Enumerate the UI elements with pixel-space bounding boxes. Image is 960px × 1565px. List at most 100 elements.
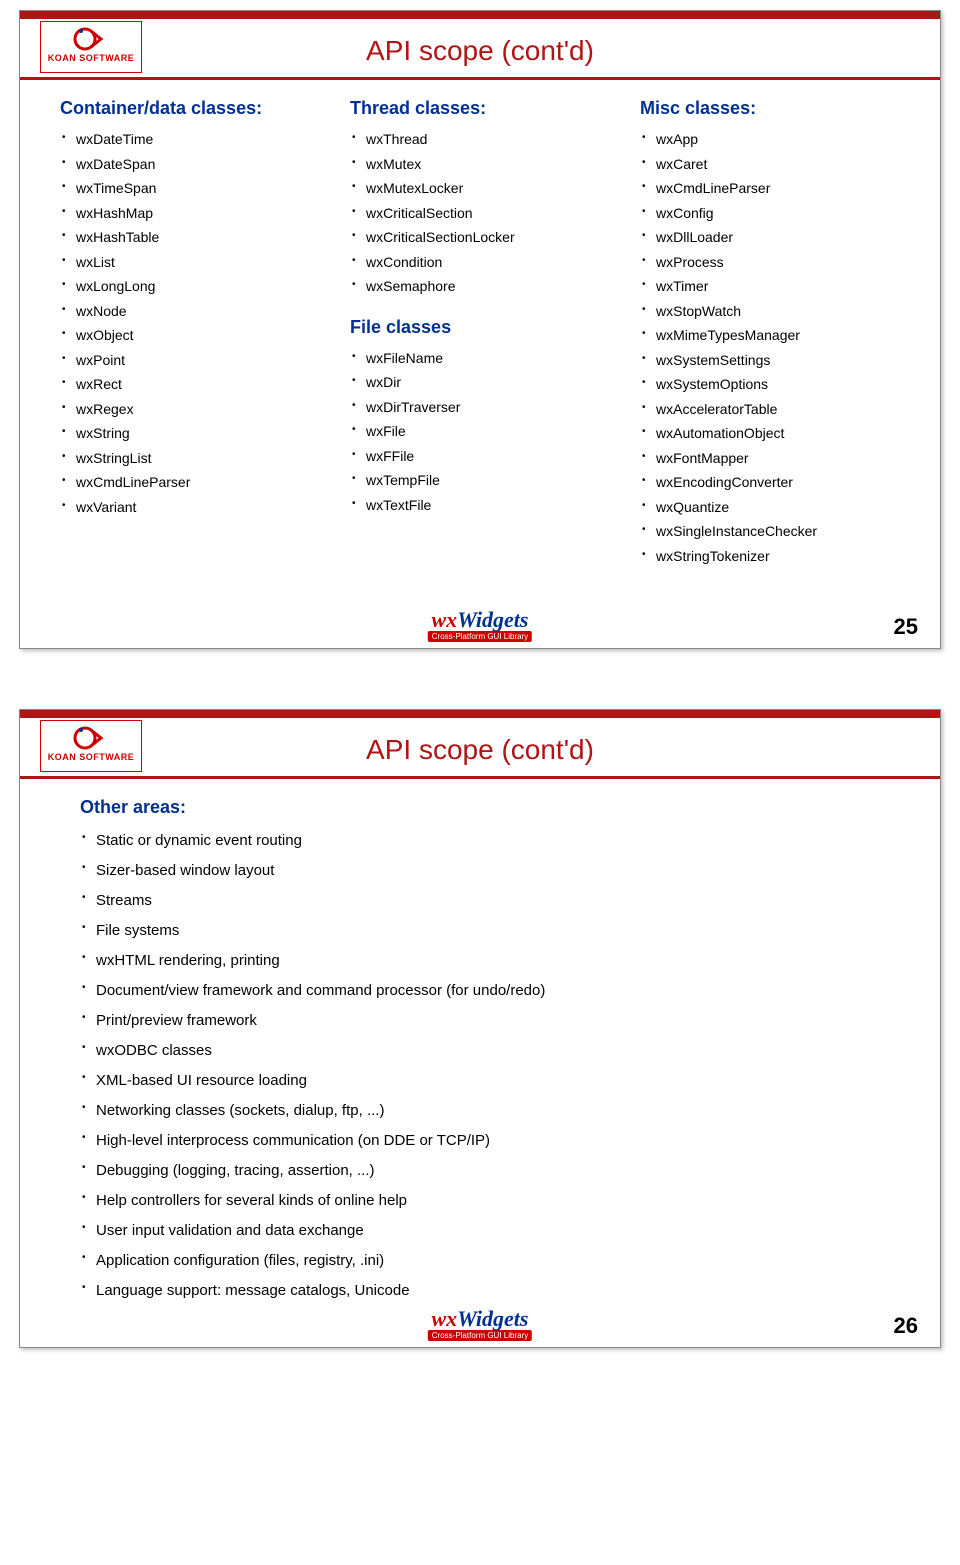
- list-item: wxPoint: [60, 348, 330, 373]
- list-item: wxHTML rendering, printing: [80, 946, 910, 976]
- list-item: Streams: [80, 886, 910, 916]
- list-item: Help controllers for several kinds of on…: [80, 1186, 910, 1216]
- list-item: wxStringList: [60, 446, 330, 471]
- list-item: wxHashTable: [60, 225, 330, 250]
- list-item: wxEncodingConverter: [640, 470, 910, 495]
- slide-title: API scope (cont'd): [20, 23, 940, 75]
- list-item: wxMutexLocker: [350, 176, 620, 201]
- list-item: wxCmdLineParser: [60, 470, 330, 495]
- list-item: wxTempFile: [350, 468, 620, 493]
- slide-title: API scope (cont'd): [20, 722, 940, 774]
- wx-tagline: Cross-Platform GUI Library: [428, 1330, 532, 1341]
- list-item: wxStringTokenizer: [640, 544, 910, 569]
- list-item: Language support: message catalogs, Unic…: [80, 1276, 910, 1306]
- list-item: wxTimer: [640, 274, 910, 299]
- wx-suffix: Widgets: [457, 607, 528, 632]
- list-item: wxSystemOptions: [640, 372, 910, 397]
- list-item: wxSystemSettings: [640, 348, 910, 373]
- list-item: wxNode: [60, 299, 330, 324]
- list-item: Print/preview framework: [80, 1006, 910, 1036]
- koan-logo-text: KOAN SOFTWARE: [41, 53, 141, 63]
- list-item: wxProcess: [640, 250, 910, 275]
- top-red-bar: [20, 11, 940, 19]
- slide-content: Other areas: Static or dynamic event rou…: [20, 779, 940, 1347]
- list-item: wxStopWatch: [640, 299, 910, 324]
- list-item: User input validation and data exchange: [80, 1216, 910, 1246]
- list-item: wxCaret: [640, 152, 910, 177]
- top-red-bar: [20, 710, 940, 718]
- list-item: wxFile: [350, 419, 620, 444]
- list-item: wxRect: [60, 372, 330, 397]
- list-file-classes: wxFileNamewxDirwxDirTraverserwxFilewxFFi…: [350, 346, 620, 518]
- wxwidgets-logo: wxWidgets Cross-Platform GUI Library: [428, 1306, 532, 1341]
- list-item: wxFontMapper: [640, 446, 910, 471]
- page-number: 26: [894, 1313, 918, 1339]
- list-item: wxString: [60, 421, 330, 446]
- list-item: wxSemaphore: [350, 274, 620, 299]
- list-misc-classes: wxAppwxCaretwxCmdLineParserwxConfigwxDll…: [640, 127, 910, 568]
- list-item: wxQuantize: [640, 495, 910, 520]
- slide-content: Container/data classes: wxDateTimewxDate…: [20, 80, 940, 648]
- list-item: wxRegex: [60, 397, 330, 422]
- list-thread-classes: wxThreadwxMutexwxMutexLockerwxCriticalSe…: [350, 127, 620, 299]
- heading-file: File classes: [350, 317, 620, 338]
- list-item: wxCondition: [350, 250, 620, 275]
- page-number: 25: [894, 614, 918, 640]
- list-item: wxDateSpan: [60, 152, 330, 177]
- koan-logo-icon: [71, 724, 111, 752]
- slide-25: KOAN SOFTWARE API scope (cont'd) Contain…: [19, 10, 941, 649]
- column-3: Misc classes: wxAppwxCaretwxCmdLineParse…: [640, 98, 910, 568]
- list-item: wxLongLong: [60, 274, 330, 299]
- list-item: Networking classes (sockets, dialup, ftp…: [80, 1096, 910, 1126]
- list-item: wxObject: [60, 323, 330, 348]
- wxwidgets-logo: wxWidgets Cross-Platform GUI Library: [428, 607, 532, 642]
- list-item: wxCriticalSectionLocker: [350, 225, 620, 250]
- list-item: File systems: [80, 916, 910, 946]
- list-item: wxApp: [640, 127, 910, 152]
- wx-prefix: wx: [432, 1306, 458, 1331]
- list-item: Sizer-based window layout: [80, 856, 910, 886]
- list-item: wxMimeTypesManager: [640, 323, 910, 348]
- heading-thread: Thread classes:: [350, 98, 620, 119]
- list-item: wxDateTime: [60, 127, 330, 152]
- list-item: Debugging (logging, tracing, assertion, …: [80, 1156, 910, 1186]
- koan-logo: KOAN SOFTWARE: [40, 720, 142, 772]
- list-item: High-level interprocess communication (o…: [80, 1126, 910, 1156]
- list-item: wxList: [60, 250, 330, 275]
- koan-logo-text: KOAN SOFTWARE: [41, 752, 141, 762]
- list-item: wxODBC classes: [80, 1036, 910, 1066]
- column-2: Thread classes: wxThreadwxMutexwxMutexLo…: [350, 98, 620, 568]
- list-other-areas: Static or dynamic event routingSizer-bas…: [80, 826, 910, 1306]
- koan-logo: KOAN SOFTWARE: [40, 21, 142, 73]
- wx-tagline: Cross-Platform GUI Library: [428, 631, 532, 642]
- list-item: Document/view framework and command proc…: [80, 976, 910, 1006]
- list-item: wxDir: [350, 370, 620, 395]
- list-item: wxAutomationObject: [640, 421, 910, 446]
- list-item: wxDirTraverser: [350, 395, 620, 420]
- slide-26: KOAN SOFTWARE API scope (cont'd) Other a…: [19, 709, 941, 1348]
- list-item: wxSingleInstanceChecker: [640, 519, 910, 544]
- list-item: wxTextFile: [350, 493, 620, 518]
- heading-other: Other areas:: [80, 797, 910, 818]
- slide-header: KOAN SOFTWARE API scope (cont'd): [20, 718, 940, 776]
- list-item: XML-based UI resource loading: [80, 1066, 910, 1096]
- slide-header: KOAN SOFTWARE API scope (cont'd): [20, 19, 940, 77]
- koan-logo-icon: [71, 25, 111, 53]
- wx-prefix: wx: [432, 607, 458, 632]
- column-1: Container/data classes: wxDateTimewxDate…: [60, 98, 330, 568]
- list-item: Application configuration (files, regist…: [80, 1246, 910, 1276]
- list-item: wxCriticalSection: [350, 201, 620, 226]
- list-item: Static or dynamic event routing: [80, 826, 910, 856]
- list-item: wxMutex: [350, 152, 620, 177]
- list-item: wxFFile: [350, 444, 620, 469]
- wx-suffix: Widgets: [457, 1306, 528, 1331]
- list-item: wxConfig: [640, 201, 910, 226]
- list-item: wxThread: [350, 127, 620, 152]
- list-item: wxHashMap: [60, 201, 330, 226]
- list-container-classes: wxDateTimewxDateSpanwxTimeSpanwxHashMapw…: [60, 127, 330, 519]
- list-item: wxFileName: [350, 346, 620, 371]
- list-item: wxCmdLineParser: [640, 176, 910, 201]
- heading-misc: Misc classes:: [640, 98, 910, 119]
- list-item: wxAcceleratorTable: [640, 397, 910, 422]
- list-item: wxDllLoader: [640, 225, 910, 250]
